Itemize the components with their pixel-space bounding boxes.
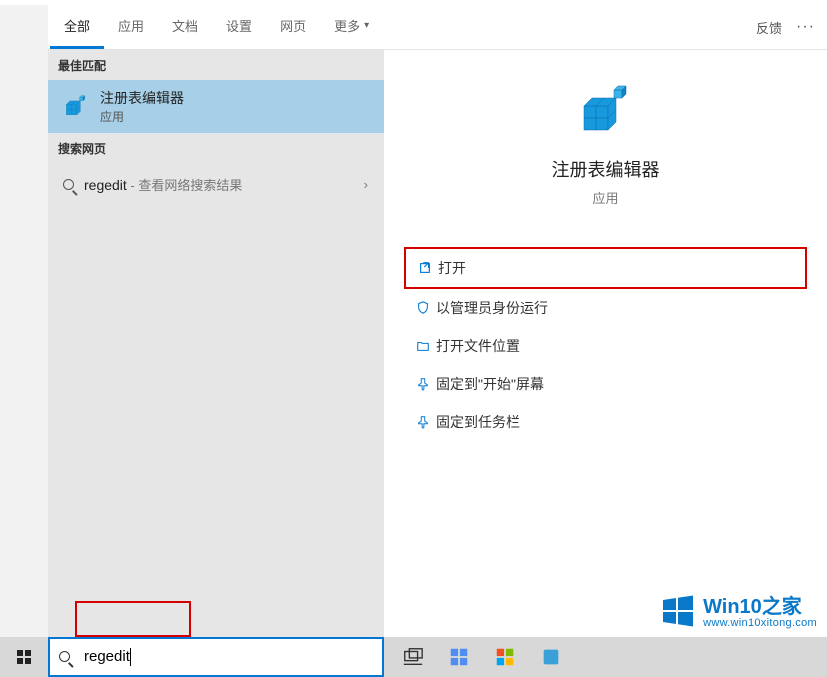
- tab-all[interactable]: 全部: [50, 5, 104, 49]
- tab-documents[interactable]: 文档: [158, 5, 212, 49]
- feedback-link[interactable]: 反馈: [756, 18, 782, 37]
- tab-more[interactable]: 更多▾: [320, 5, 383, 49]
- action-open[interactable]: 打开: [404, 247, 807, 289]
- preview-actions: 打开 以管理员身份运行 打开文件位置: [384, 247, 827, 441]
- admin-icon: [410, 301, 436, 315]
- regedit-large-icon: [574, 80, 638, 144]
- taskbar-icons: [390, 637, 574, 677]
- best-match-title: 注册表编辑器: [100, 88, 184, 108]
- action-open-label: 打开: [438, 258, 466, 278]
- more-options-button[interactable]: ···: [796, 18, 815, 36]
- best-match-item[interactable]: 注册表编辑器 应用: [48, 80, 384, 133]
- action-pin-to-taskbar[interactable]: 固定到任务栏: [404, 403, 807, 441]
- search-flyout: 全部 应用 文档 设置 网页 更多▾ 反馈 ··· 最佳匹配: [48, 5, 827, 637]
- task-view-button[interactable]: [390, 637, 436, 677]
- action-pin-to-start[interactable]: 固定到"开始"屏幕: [404, 365, 807, 403]
- regedit-icon: [58, 89, 94, 125]
- action-open-file-location[interactable]: 打开文件位置: [404, 327, 807, 365]
- chevron-right-icon: ›: [364, 177, 374, 192]
- tab-web[interactable]: 网页: [266, 5, 320, 49]
- preview-column: 注册表编辑器 应用 打开 以管理员身份运行: [384, 50, 827, 637]
- preview-title: 注册表编辑器: [552, 156, 660, 182]
- pin-start-icon: [410, 377, 436, 391]
- start-button[interactable]: [0, 637, 48, 677]
- web-search-header: 搜索网页: [48, 133, 384, 163]
- search-header: 全部 应用 文档 设置 网页 更多▾ 反馈 ···: [48, 5, 827, 50]
- taskbar: regedit: [0, 637, 827, 677]
- action-folder-label: 打开文件位置: [436, 336, 520, 356]
- action-run-as-admin[interactable]: 以管理员身份运行: [404, 289, 807, 327]
- action-pin-start-label: 固定到"开始"屏幕: [436, 374, 544, 394]
- best-match-header: 最佳匹配: [48, 50, 384, 80]
- search-body: 最佳匹配: [48, 50, 827, 637]
- results-column: 最佳匹配: [48, 50, 384, 637]
- tab-settings[interactable]: 设置: [212, 5, 266, 49]
- tab-apps[interactable]: 应用: [104, 5, 158, 49]
- taskbar-app-1[interactable]: [436, 637, 482, 677]
- search-icon: [58, 177, 84, 193]
- web-search-item[interactable]: regedit - 查看网络搜索结果 ›: [48, 163, 384, 206]
- search-icon: [50, 649, 84, 666]
- chevron-down-icon: ▾: [364, 20, 369, 31]
- pin-taskbar-icon: [410, 415, 436, 429]
- folder-icon: [410, 339, 436, 353]
- taskbar-app-3[interactable]: [528, 637, 574, 677]
- preview-subtitle: 应用: [592, 188, 618, 207]
- taskbar-app-2[interactable]: [482, 637, 528, 677]
- taskbar-search-box[interactable]: regedit: [48, 637, 384, 677]
- web-search-label: regedit - 查看网络搜索结果: [84, 175, 364, 194]
- action-pin-taskbar-label: 固定到任务栏: [436, 412, 520, 432]
- search-input[interactable]: regedit: [84, 648, 131, 666]
- action-admin-label: 以管理员身份运行: [436, 298, 548, 318]
- open-icon: [412, 261, 438, 275]
- best-match-subtitle: 应用: [100, 108, 184, 125]
- search-tabs: 全部 应用 文档 设置 网页 更多▾: [50, 5, 383, 49]
